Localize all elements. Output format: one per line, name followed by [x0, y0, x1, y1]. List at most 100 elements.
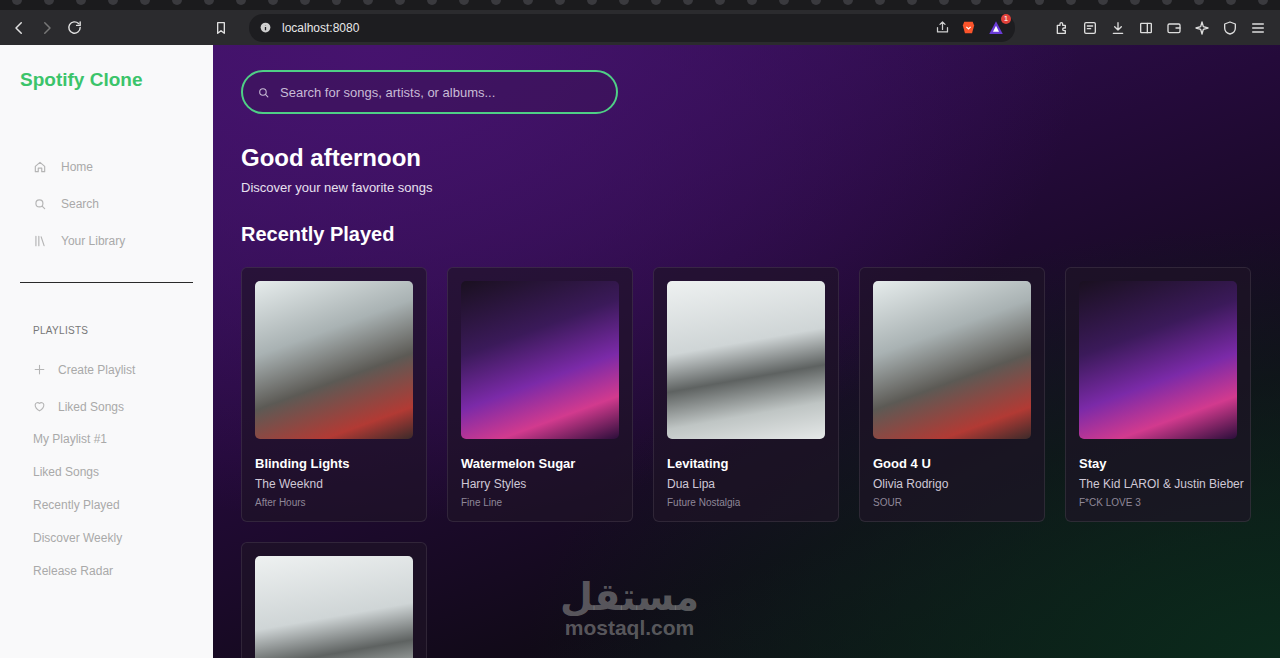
song-card[interactable]	[241, 542, 427, 658]
tab-stub[interactable]	[523, 0, 533, 5]
action-label: Liked Songs	[58, 400, 124, 414]
tab-stub[interactable]	[1003, 0, 1013, 5]
tab-stub[interactable]	[204, 0, 214, 5]
nav-item[interactable]: Your Library	[20, 229, 193, 252]
tab-stub[interactable]	[1130, 0, 1140, 5]
sidebar-toggle-icon[interactable]	[1138, 20, 1154, 36]
address-bar[interactable]: localhost:80801	[249, 14, 1015, 42]
download-icon[interactable]	[1110, 20, 1126, 36]
tab-stub[interactable]	[715, 0, 725, 5]
playlist-item[interactable]: Liked Songs	[20, 465, 193, 481]
extensions-icon[interactable]	[1054, 20, 1070, 36]
assistant-icon[interactable]	[1194, 20, 1210, 36]
bookmark-icon[interactable]	[213, 20, 229, 36]
share-icon[interactable]	[935, 20, 950, 35]
tab-stub[interactable]	[907, 0, 917, 5]
assistant-icon-wrap[interactable]	[1194, 20, 1210, 36]
tab-stub[interactable]	[108, 0, 118, 5]
playlist-item[interactable]: Discover Weekly	[20, 531, 193, 547]
nav-label: Your Library	[61, 234, 125, 248]
tab-stub[interactable]	[555, 0, 565, 5]
forward-icon-wrap[interactable]	[38, 19, 56, 37]
tab-stub[interactable]	[1226, 0, 1236, 5]
tab-stub[interactable]	[747, 0, 757, 5]
tab-stub[interactable]	[1098, 0, 1108, 5]
playlist-item[interactable]: My Playlist #1	[20, 432, 193, 448]
extensions-icon-wrap[interactable]	[1054, 20, 1070, 36]
reload-icon-wrap[interactable]	[66, 19, 83, 36]
tab-stub[interactable]	[971, 0, 981, 5]
tab-stub[interactable]	[491, 0, 501, 5]
menu-icon-wrap[interactable]	[1250, 20, 1266, 36]
vpn-icon-wrap[interactable]	[1222, 20, 1238, 36]
song-card[interactable]: Blinding LightsThe WeekndAfter Hours	[241, 267, 427, 522]
song-artist: Olivia Rodrigo	[873, 477, 1031, 491]
bookmark-icon-wrap[interactable]	[213, 20, 229, 36]
tab-stub[interactable]	[1194, 0, 1204, 5]
playlist-action[interactable]: Create Playlist	[20, 358, 193, 381]
tab-stub[interactable]	[811, 0, 821, 5]
search-input[interactable]	[280, 85, 602, 100]
nav-item[interactable]: Home	[20, 155, 193, 178]
playlist-item[interactable]: Release Radar	[20, 564, 193, 580]
nav-item[interactable]: Search	[20, 192, 193, 215]
tab-stub[interactable]	[1035, 0, 1045, 5]
tab-stub[interactable]	[843, 0, 853, 5]
brave-shield-icon[interactable]	[960, 19, 977, 36]
song-card[interactable]: LevitatingDua LipaFuture Nostalgia	[653, 267, 839, 522]
tab-stub[interactable]	[459, 0, 469, 5]
tab-stub[interactable]	[12, 0, 22, 5]
rewards-button[interactable]: 1	[987, 19, 1005, 37]
tab-stub[interactable]	[619, 0, 629, 5]
song-card[interactable]: Good 4 UOlivia RodrigoSOUR	[859, 267, 1045, 522]
tab-stub[interactable]	[140, 0, 150, 5]
brave-shield-icon-wrap[interactable]	[960, 19, 977, 36]
tab-stub[interactable]	[779, 0, 789, 5]
tab-stub[interactable]	[683, 0, 693, 5]
tab-stub[interactable]	[332, 0, 342, 5]
tab-stub[interactable]	[1258, 0, 1268, 5]
tab-stub[interactable]	[395, 0, 405, 5]
tab-strip	[0, 0, 1280, 10]
tab-stub[interactable]	[44, 0, 54, 5]
back-icon[interactable]	[10, 19, 28, 37]
home-icon-wrap	[33, 160, 47, 174]
song-card[interactable]: Watermelon SugarHarry StylesFine Line	[447, 267, 633, 522]
wallet-icon-wrap[interactable]	[1166, 20, 1182, 36]
forward-icon[interactable]	[38, 19, 56, 37]
menu-icon[interactable]	[1250, 20, 1266, 36]
tab-stub[interactable]	[300, 0, 310, 5]
tab-stub[interactable]	[172, 0, 182, 5]
download-icon-wrap[interactable]	[1110, 20, 1126, 36]
song-card[interactable]: StayThe Kid LAROI & Justin BieberF*CK LO…	[1065, 267, 1251, 522]
search-icon-wrap	[33, 197, 47, 211]
tab-stub[interactable]	[363, 0, 373, 5]
tab-stub[interactable]	[268, 0, 278, 5]
album-cover	[667, 281, 825, 439]
tab-stub[interactable]	[76, 0, 86, 5]
back-icon-wrap[interactable]	[10, 19, 28, 37]
heart-icon	[33, 400, 46, 413]
tab-stub[interactable]	[875, 0, 885, 5]
reload-icon[interactable]	[66, 19, 83, 36]
reader-icon-wrap[interactable]	[1082, 20, 1098, 36]
tab-stub[interactable]	[939, 0, 949, 5]
tab-stub[interactable]	[651, 0, 661, 5]
wallet-icon[interactable]	[1166, 20, 1182, 36]
tab-stub[interactable]	[1066, 0, 1076, 5]
page: Spotify CloneHomeSearchYour LibraryPLAYL…	[0, 45, 1280, 658]
sidebar-toggle-icon-wrap[interactable]	[1138, 20, 1154, 36]
search-field[interactable]	[241, 70, 618, 114]
tab-stub[interactable]	[1162, 0, 1172, 5]
share-icon-wrap[interactable]	[935, 20, 950, 35]
tab-stub[interactable]	[587, 0, 597, 5]
info-icon-wrap[interactable]	[259, 21, 272, 34]
info-icon[interactable]	[259, 21, 272, 34]
reader-icon[interactable]	[1082, 20, 1098, 36]
tab-stub[interactable]	[427, 0, 437, 5]
tab-stub[interactable]	[236, 0, 246, 5]
playlist-action[interactable]: Liked Songs	[20, 395, 193, 418]
song-title: Stay	[1079, 456, 1237, 471]
playlist-item[interactable]: Recently Played	[20, 498, 193, 514]
vpn-icon[interactable]	[1222, 20, 1238, 36]
